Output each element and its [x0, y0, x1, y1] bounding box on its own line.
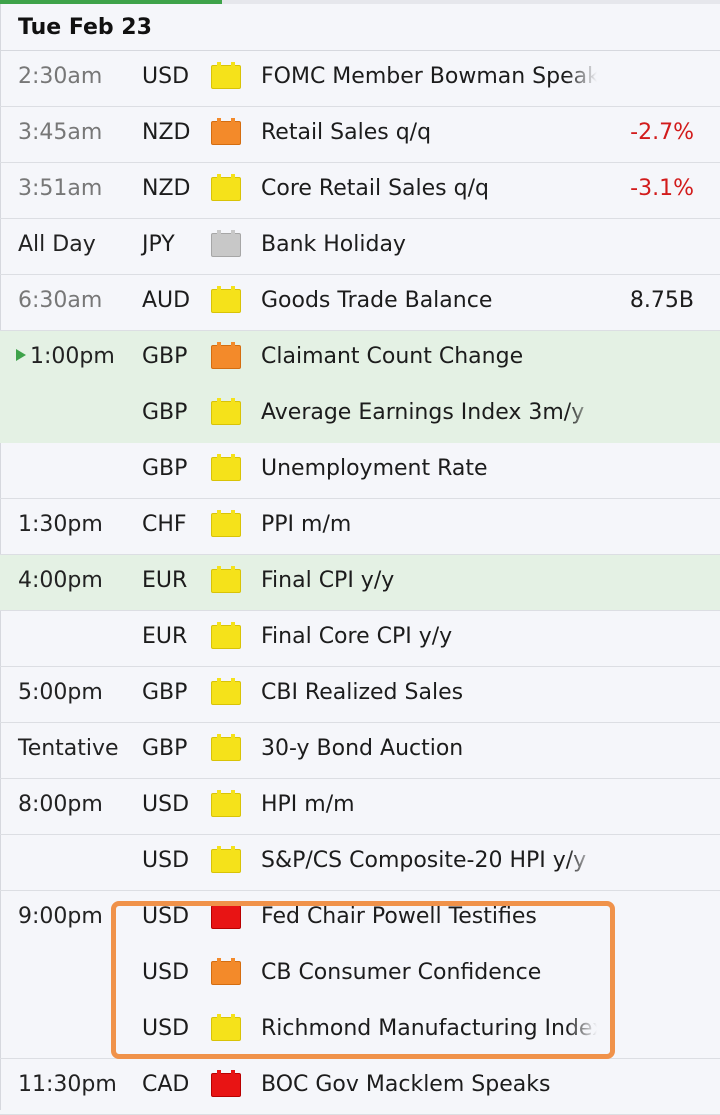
impact-low-icon[interactable] — [211, 846, 241, 873]
event-currency: USD — [142, 64, 190, 89]
calendar-row[interactable]: USD S&P/CS Composite-20 HPI y/y — [0, 835, 720, 891]
event-title[interactable]: Final CPI y/y — [261, 568, 394, 593]
calendar-table: 2:30am USD FOMC Member Bowman Speaks 3:4… — [0, 51, 720, 1115]
impact-low-icon[interactable] — [211, 566, 241, 593]
event-time: All Day — [18, 232, 96, 257]
impact-low-icon[interactable] — [211, 1014, 241, 1041]
event-title[interactable]: FOMC Member Bowman Speaks — [261, 64, 597, 89]
event-time: Tentative — [18, 736, 119, 761]
calendar-row[interactable]: GBP Unemployment Rate — [0, 443, 720, 499]
event-title[interactable]: Claimant Count Change — [261, 344, 523, 369]
calendar-row[interactable]: 4:00pm EUR Final CPI y/y — [0, 555, 720, 611]
event-currency: GBP — [142, 344, 188, 369]
event-currency: GBP — [142, 456, 188, 481]
event-time: 1:00pm — [30, 344, 115, 369]
calendar-row[interactable]: 6:30am AUD Goods Trade Balance 8.75B — [0, 275, 720, 331]
calendar-row[interactable]: 9:00pm USD Fed Chair Powell Testifies — [0, 891, 720, 947]
event-currency: CAD — [142, 1072, 190, 1097]
event-title[interactable]: Retail Sales q/q — [261, 120, 431, 145]
impact-medium-icon[interactable] — [211, 118, 241, 145]
event-currency: CHF — [142, 512, 187, 537]
calendar-row[interactable]: USD CB Consumer Confidence — [0, 947, 720, 1003]
event-time: 11:30pm — [18, 1072, 117, 1097]
calendar-row[interactable]: All Day JPY Bank Holiday — [0, 219, 720, 275]
event-title[interactable]: Fed Chair Powell Testifies — [261, 904, 537, 929]
event-currency: GBP — [142, 680, 188, 705]
event-time: 8:00pm — [18, 792, 103, 817]
event-title[interactable]: Richmond Manufacturing Index — [261, 1016, 597, 1041]
event-time: 6:30am — [18, 288, 103, 313]
event-title[interactable]: Goods Trade Balance — [261, 288, 492, 313]
impact-medium-icon[interactable] — [211, 342, 241, 369]
event-title[interactable]: Final Core CPI y/y — [261, 624, 452, 649]
calendar-row[interactable]: 8:00pm USD HPI m/m — [0, 779, 720, 835]
event-currency: EUR — [142, 624, 188, 649]
impact-high-icon[interactable] — [211, 902, 241, 929]
calendar-row[interactable]: 3:51am NZD Core Retail Sales q/q -3.1% — [0, 163, 720, 219]
event-time: 4:00pm — [18, 568, 103, 593]
event-time: 3:51am — [18, 176, 103, 201]
impact-low-icon[interactable] — [211, 790, 241, 817]
impact-low-icon[interactable] — [211, 678, 241, 705]
event-time: 3:45am — [18, 120, 103, 145]
event-currency: USD — [142, 960, 190, 985]
event-title[interactable]: S&P/CS Composite-20 HPI y/y — [261, 848, 597, 873]
impact-low-icon[interactable] — [211, 286, 241, 313]
event-title[interactable]: 30-y Bond Auction — [261, 736, 463, 761]
calendar-row[interactable]: Tentative GBP 30-y Bond Auction — [0, 723, 720, 779]
event-actual: -3.1% — [630, 176, 694, 201]
event-time: 5:00pm — [18, 680, 103, 705]
event-currency: JPY — [142, 232, 175, 257]
event-actual: 8.75B — [629, 288, 694, 313]
calendar-row[interactable]: 1:00pm GBP Claimant Count Change — [0, 331, 720, 387]
calendar-row[interactable]: 3:45am NZD Retail Sales q/q -2.7% — [0, 107, 720, 163]
impact-low-icon[interactable] — [211, 174, 241, 201]
event-time: 2:30am — [18, 64, 103, 89]
impact-high-icon[interactable] — [211, 1070, 241, 1097]
event-title[interactable]: HPI m/m — [261, 792, 355, 817]
impact-low-icon[interactable] — [211, 734, 241, 761]
event-title[interactable]: CB Consumer Confidence — [261, 960, 541, 985]
event-title[interactable]: Average Earnings Index 3m/y — [261, 400, 597, 425]
event-title[interactable]: PPI m/m — [261, 512, 351, 537]
event-title[interactable]: Bank Holiday — [261, 232, 406, 257]
calendar-row[interactable]: 2:30am USD FOMC Member Bowman Speaks — [0, 51, 720, 107]
impact-non-economic-icon[interactable] — [211, 230, 241, 257]
impact-low-icon[interactable] — [211, 622, 241, 649]
calendar-row[interactable]: GBP Average Earnings Index 3m/y — [0, 387, 720, 443]
impact-low-icon[interactable] — [211, 398, 241, 425]
event-currency: NZD — [142, 120, 191, 145]
calendar-row[interactable]: EUR Final Core CPI y/y — [0, 611, 720, 667]
event-time: 9:00pm — [18, 904, 103, 929]
event-currency: USD — [142, 1016, 190, 1041]
event-title[interactable]: Core Retail Sales q/q — [261, 176, 489, 201]
calendar-row[interactable]: 5:00pm GBP CBI Realized Sales — [0, 667, 720, 723]
play-icon — [16, 349, 26, 361]
event-title[interactable]: Unemployment Rate — [261, 456, 488, 481]
date-header: Tue Feb 23 — [18, 15, 152, 40]
event-currency: USD — [142, 792, 190, 817]
event-currency: GBP — [142, 736, 188, 761]
event-currency: EUR — [142, 568, 188, 593]
event-currency: USD — [142, 904, 190, 929]
impact-low-icon[interactable] — [211, 510, 241, 537]
event-time-current: 1:00pm — [16, 344, 115, 369]
event-currency: NZD — [142, 176, 191, 201]
event-currency: GBP — [142, 400, 188, 425]
event-currency: AUD — [142, 288, 191, 313]
impact-low-icon[interactable] — [211, 454, 241, 481]
impact-low-icon[interactable] — [211, 62, 241, 89]
event-time: 1:30pm — [18, 512, 103, 537]
date-header-row: Tue Feb 23 — [0, 0, 720, 51]
event-currency: USD — [142, 848, 190, 873]
event-title[interactable]: CBI Realized Sales — [261, 680, 463, 705]
calendar-row[interactable]: USD Richmond Manufacturing Index — [0, 1003, 720, 1059]
calendar-row[interactable]: 11:30pm CAD BOC Gov Macklem Speaks — [0, 1059, 720, 1115]
event-title[interactable]: BOC Gov Macklem Speaks — [261, 1072, 550, 1097]
calendar-row[interactable]: 1:30pm CHF PPI m/m — [0, 499, 720, 555]
impact-medium-icon[interactable] — [211, 958, 241, 985]
event-actual: -2.7% — [630, 120, 694, 145]
